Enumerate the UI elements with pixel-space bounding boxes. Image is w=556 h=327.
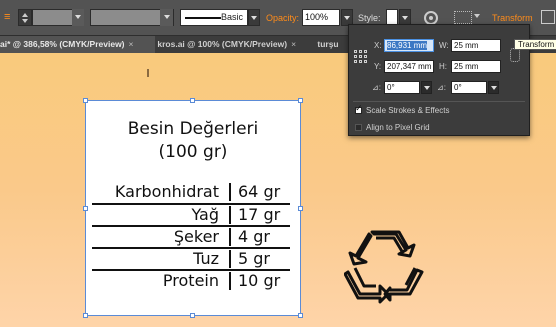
tab-label: turşu: [317, 39, 339, 49]
angle-field[interactable]: 0°: [384, 81, 420, 94]
y-field[interactable]: 207,347 mm: [384, 60, 434, 73]
tab-label: ai* @ 386,58% (CMYK/Preview): [0, 39, 125, 49]
tab-kros[interactable]: kros.ai @ 100% (CMYK/Preview) ×: [155, 36, 315, 53]
height-field[interactable]: 25 mm: [451, 60, 501, 73]
brush-definition-dropdown[interactable]: Basic: [180, 9, 248, 26]
tab-close-icon[interactable]: ×: [129, 39, 134, 49]
reference-point-icon[interactable]: [354, 50, 368, 64]
x-field[interactable]: 86,931 mm: [384, 39, 434, 52]
tab-close-icon[interactable]: ×: [291, 39, 296, 49]
x-value: 86,931 mm: [387, 41, 428, 50]
opacity-label[interactable]: Opacity:: [266, 12, 299, 24]
constrain-proportions-icon[interactable]: [510, 48, 520, 62]
transform-panel: X: 86,931 mm W: 25 mm Y: 207,347 mm H: 2…: [348, 24, 530, 136]
panel-divider: [353, 101, 525, 102]
shear-field[interactable]: 0°: [451, 81, 487, 94]
transform-link[interactable]: Transform: [492, 12, 533, 24]
resize-handle[interactable]: [298, 313, 303, 318]
width-field[interactable]: 25 mm: [451, 39, 501, 52]
align-icon[interactable]: [454, 11, 472, 24]
style-label: Style:: [358, 13, 381, 23]
align-dropdown-arrow[interactable]: [474, 14, 480, 18]
variable-width-arrow[interactable]: [160, 9, 173, 26]
x-label: X:: [374, 41, 382, 50]
scale-strokes-label: Scale Strokes & Effects: [366, 106, 450, 115]
stroke-weight-arrow[interactable]: [72, 9, 84, 26]
guide-mark: [147, 69, 149, 77]
resize-handle[interactable]: [298, 98, 303, 103]
align-pixel-grid-checkbox[interactable]: [355, 124, 362, 131]
transform-icon[interactable]: [541, 10, 555, 24]
stroke-weight-stepper[interactable]: [18, 9, 32, 26]
brush-label: Basic: [220, 12, 243, 22]
resize-handle[interactable]: [83, 206, 88, 211]
scale-strokes-checkbox[interactable]: [355, 104, 363, 114]
brush-dropdown-arrow[interactable]: [248, 9, 260, 26]
resize-handle[interactable]: [190, 98, 195, 103]
selection-bounding-box[interactable]: [85, 100, 301, 316]
tab-label: kros.ai @ 100% (CMYK/Preview): [157, 39, 288, 49]
y-label: Y:: [374, 62, 382, 71]
shear-dropdown-arrow[interactable]: [488, 81, 499, 94]
recolor-artwork-icon[interactable]: [424, 11, 438, 25]
resize-handle[interactable]: [190, 313, 195, 318]
resize-handle[interactable]: [298, 206, 303, 211]
align-pixel-grid-label: Align to Pixel Grid: [366, 123, 430, 132]
shear-icon: ⊿:: [437, 83, 446, 92]
brush-stroke-preview: [185, 17, 221, 19]
opacity-field[interactable]: 100%: [302, 9, 340, 26]
w-label: W:: [439, 41, 449, 50]
angle-dropdown-arrow[interactable]: [421, 81, 432, 94]
recycle-icon[interactable]: [344, 228, 426, 304]
transform-tooltip: Transform: [514, 39, 556, 50]
h-label: H:: [439, 62, 447, 71]
stroke-color-dropdown[interactable]: ≡: [4, 9, 10, 26]
angle-icon: ⊿:: [372, 83, 381, 92]
tab-document-1[interactable]: ai* @ 386,58% (CMYK/Preview) ×: [0, 36, 155, 53]
resize-handle[interactable]: [83, 98, 88, 103]
resize-handle[interactable]: [83, 313, 88, 318]
